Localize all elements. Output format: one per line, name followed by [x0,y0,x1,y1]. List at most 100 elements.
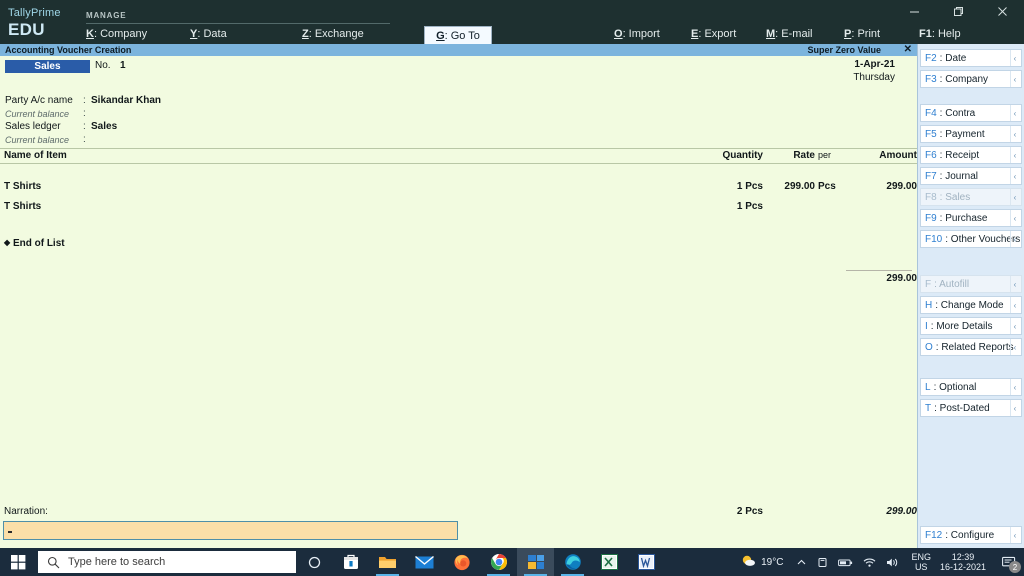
sidebar-item-date[interactable]: F2: Date ‹ [920,49,1022,67]
language-line-1: ENG [911,551,931,562]
voucher-form: Sales No. 1 1-Apr-21 Thursday Party A/c … [0,56,917,561]
company-name-label: Super Zero Value [807,45,881,55]
windows-start-icon[interactable] [0,548,36,576]
item-grid-header: Name of Item Quantity Rate per Amount [0,148,917,164]
chevron-left-icon: ‹ [1010,189,1019,205]
chrome-icon[interactable] [480,548,517,576]
field-sales-ledger-label: Sales ledger [5,121,61,132]
column-header-per: per [818,150,832,160]
window-controls [892,0,1024,22]
manage-group-label: MANAGE [86,11,390,24]
column-header-item: Name of Item [4,150,67,161]
sidebar-item-configure[interactable]: F12: Configure ‹ [920,526,1022,544]
file-explorer-icon[interactable] [369,548,406,576]
menu-item-export[interactable]: E: Export [691,28,766,40]
field-party-account-value: Sikandar Khan [91,95,162,106]
sidebar-more-details-label: : More Details [930,320,993,332]
edge-icon[interactable] [554,548,591,576]
brand-edition: EDU [8,19,45,39]
sidebar-purchase-label: : Purchase [939,212,988,224]
microsoft-store-icon[interactable] [332,548,369,576]
voucher-date[interactable]: 1-Apr-21 [853,59,895,72]
go-to-hotkey: G [436,29,445,42]
language-indicator[interactable]: ENG US [911,552,931,573]
sidebar-item-journal[interactable]: F7: Journal ‹ [920,167,1022,185]
sidebar-more-details-hotkey: I [925,320,928,332]
sidebar-divider [918,251,1024,275]
menu-item-exchange[interactable]: Z: Exchange [302,28,402,40]
restore-icon[interactable] [936,0,980,22]
menu-item-email[interactable]: M: E-mail [766,28,844,40]
close-icon[interactable] [980,0,1024,22]
field-party-current-balance-colon: : [83,108,86,119]
menu-item-print[interactable]: P: Print [844,28,919,40]
menu-item-data[interactable]: Y: Data [190,28,302,40]
clock-time: 12:39 [951,551,975,562]
sidebar-item-optional[interactable]: L: Optional ‹ [920,378,1022,396]
sidebar-sales-label: : Sales [939,191,971,203]
field-sales-ledger[interactable]: Sales ledger : Sales [5,120,385,133]
text-caret [8,531,12,533]
sidebar-related-reports-label: : Related Reports [935,341,1014,353]
sidebar-item-payment[interactable]: F5: Payment ‹ [920,125,1022,143]
field-party-current-balance-label: Current balance [5,108,70,119]
chevron-up-icon[interactable] [796,557,807,568]
search-input[interactable]: Type here to search [38,551,296,573]
menu-item-import[interactable]: O: Import [614,28,691,40]
table-row[interactable]: T Shirts 1 Pcs 299.00 Pcs 299.00 [0,180,917,200]
sidebar-configure-hotkey: F12 [925,529,943,541]
menu-company-hotkey: K [86,28,94,40]
battery-icon[interactable] [838,557,853,568]
sidebar-item-more-details[interactable]: I: More Details ‹ [920,317,1022,335]
field-party-account-colon: : [83,95,86,106]
weather-widget[interactable]: 19°C [741,553,783,571]
clock[interactable]: 12:39 16-12-2021 [940,552,986,573]
sidebar-item-company[interactable]: F3: Company ‹ [920,70,1022,88]
sidebar-item-change-mode[interactable]: H: Change Mode ‹ [920,296,1022,314]
sidebar-item-receipt[interactable]: F6: Receipt ‹ [920,146,1022,164]
clock-date: 16-12-2021 [939,562,986,572]
manage-menu-row: K: Company Y: Data Z: Exchange [86,28,416,40]
go-to-button[interactable]: G: Go To [424,26,492,45]
sidebar-item-post-dated[interactable]: T: Post-Dated ‹ [920,399,1022,417]
sidebar-item-other-vouchers[interactable]: F10: Other Vouchers ‹ [920,230,1022,248]
field-party-account[interactable]: Party A/c name : Sikandar Khan [5,94,385,107]
sidebar-divider [918,359,1024,378]
mail-icon[interactable] [406,548,443,576]
excel-icon[interactable] [591,548,628,576]
item-quantity: 1 Pcs [736,181,763,192]
sidebar-contra-label: : Contra [939,107,976,119]
taskbar-apps [332,548,665,576]
tallyprime-icon[interactable] [517,548,554,576]
sidebar-company-label: : Company [939,73,989,85]
minimize-icon[interactable] [892,0,936,22]
close-screen-icon[interactable]: ✕ [904,44,912,55]
sidebar-post-dated-hotkey: T [925,402,932,414]
sidebar-item-related-reports[interactable]: O: Related Reports ‹ [920,338,1022,356]
voucher-type-badge[interactable]: Sales [5,60,90,73]
onedrive-icon[interactable] [817,557,828,568]
table-row[interactable]: T Shirts 1 Pcs [0,200,917,220]
sidebar-change-mode-label: : Change Mode [935,299,1004,311]
top-right-menu: O: Import E: Export M: E-mail P: Print F… [614,28,979,40]
end-of-list-bullet-icon: ◆ [4,238,11,247]
item-name: T Shirts [4,181,42,192]
sidebar-item-purchase[interactable]: F9: Purchase ‹ [920,209,1022,227]
volume-icon[interactable] [886,557,899,568]
notification-icon[interactable]: 2 [994,548,1024,576]
menu-email-hotkey: M [766,28,776,40]
narration-input[interactable] [3,521,458,540]
menu-item-company[interactable]: K: Company [86,28,190,40]
menu-import-hotkey: O [614,28,623,40]
total-amount: 299.00 [886,506,917,517]
sidebar-optional-label: : Optional [933,381,977,393]
firefox-icon[interactable] [443,548,480,576]
cortana-icon[interactable] [296,548,332,576]
field-ledger-current-balance-colon: : [83,134,86,145]
wifi-icon[interactable] [863,557,876,568]
sidebar-item-contra[interactable]: F4: Contra ‹ [920,104,1022,122]
voucher-number-value[interactable]: 1 [120,60,126,71]
menu-item-help[interactable]: F1: Help [919,28,979,40]
word-icon[interactable] [628,548,665,576]
item-quantity: 1 Pcs [736,201,763,212]
